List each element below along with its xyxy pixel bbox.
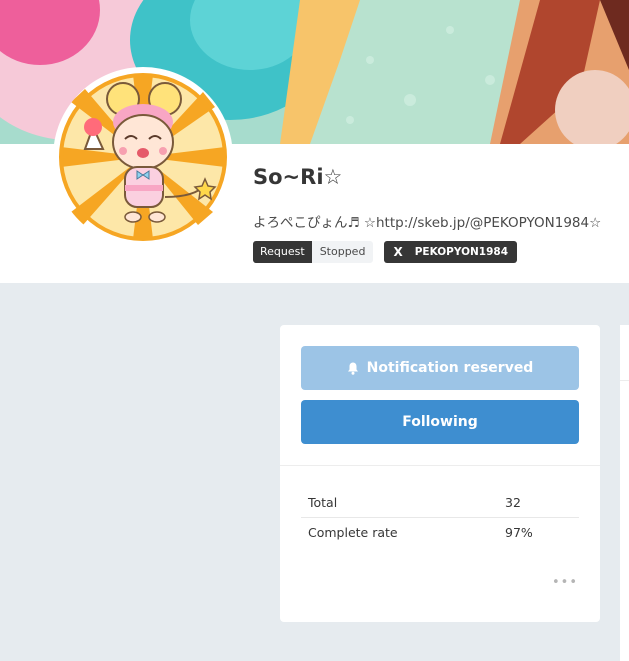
- creator-name: So~Ri☆: [253, 165, 343, 189]
- more-icon[interactable]: •••: [552, 575, 578, 590]
- following-label: Following: [402, 414, 478, 430]
- creator-action-card: Notification reserved Following Total 32…: [280, 325, 600, 622]
- x-handle: PEKOPYON1984: [414, 246, 509, 258]
- stat-label: Complete rate: [308, 525, 398, 540]
- following-button[interactable]: Following: [301, 400, 579, 444]
- creator-bio: よろぺこぴょん♬ ☆http://skeb.jp/@PEKOPYON1984☆: [253, 215, 602, 231]
- x-account-link[interactable]: X PEKOPYON1984: [384, 241, 518, 263]
- notification-reserved-label: Notification reserved: [366, 360, 534, 376]
- adjacent-panel: [620, 325, 629, 661]
- request-label: Request: [253, 241, 312, 263]
- bell-icon: [347, 362, 358, 375]
- stat-label: Total: [308, 495, 338, 510]
- stat-row-complete-rate: Complete rate 97%: [301, 518, 579, 547]
- stat-value: 97%: [505, 525, 533, 540]
- profile-tags: Request Stopped X PEKOPYON1984: [253, 241, 518, 263]
- stat-row-total: Total 32: [301, 488, 579, 518]
- x-logo-icon: X: [393, 245, 403, 259]
- request-status: Stopped: [311, 241, 374, 263]
- request-status-tag: Request Stopped: [253, 241, 374, 263]
- stats-table: Total 32 Complete rate 97%: [301, 488, 579, 547]
- avatar[interactable]: [53, 67, 233, 247]
- stat-value: 32: [505, 495, 521, 510]
- notification-reserved-button[interactable]: Notification reserved: [301, 346, 579, 390]
- card-divider: [280, 465, 600, 466]
